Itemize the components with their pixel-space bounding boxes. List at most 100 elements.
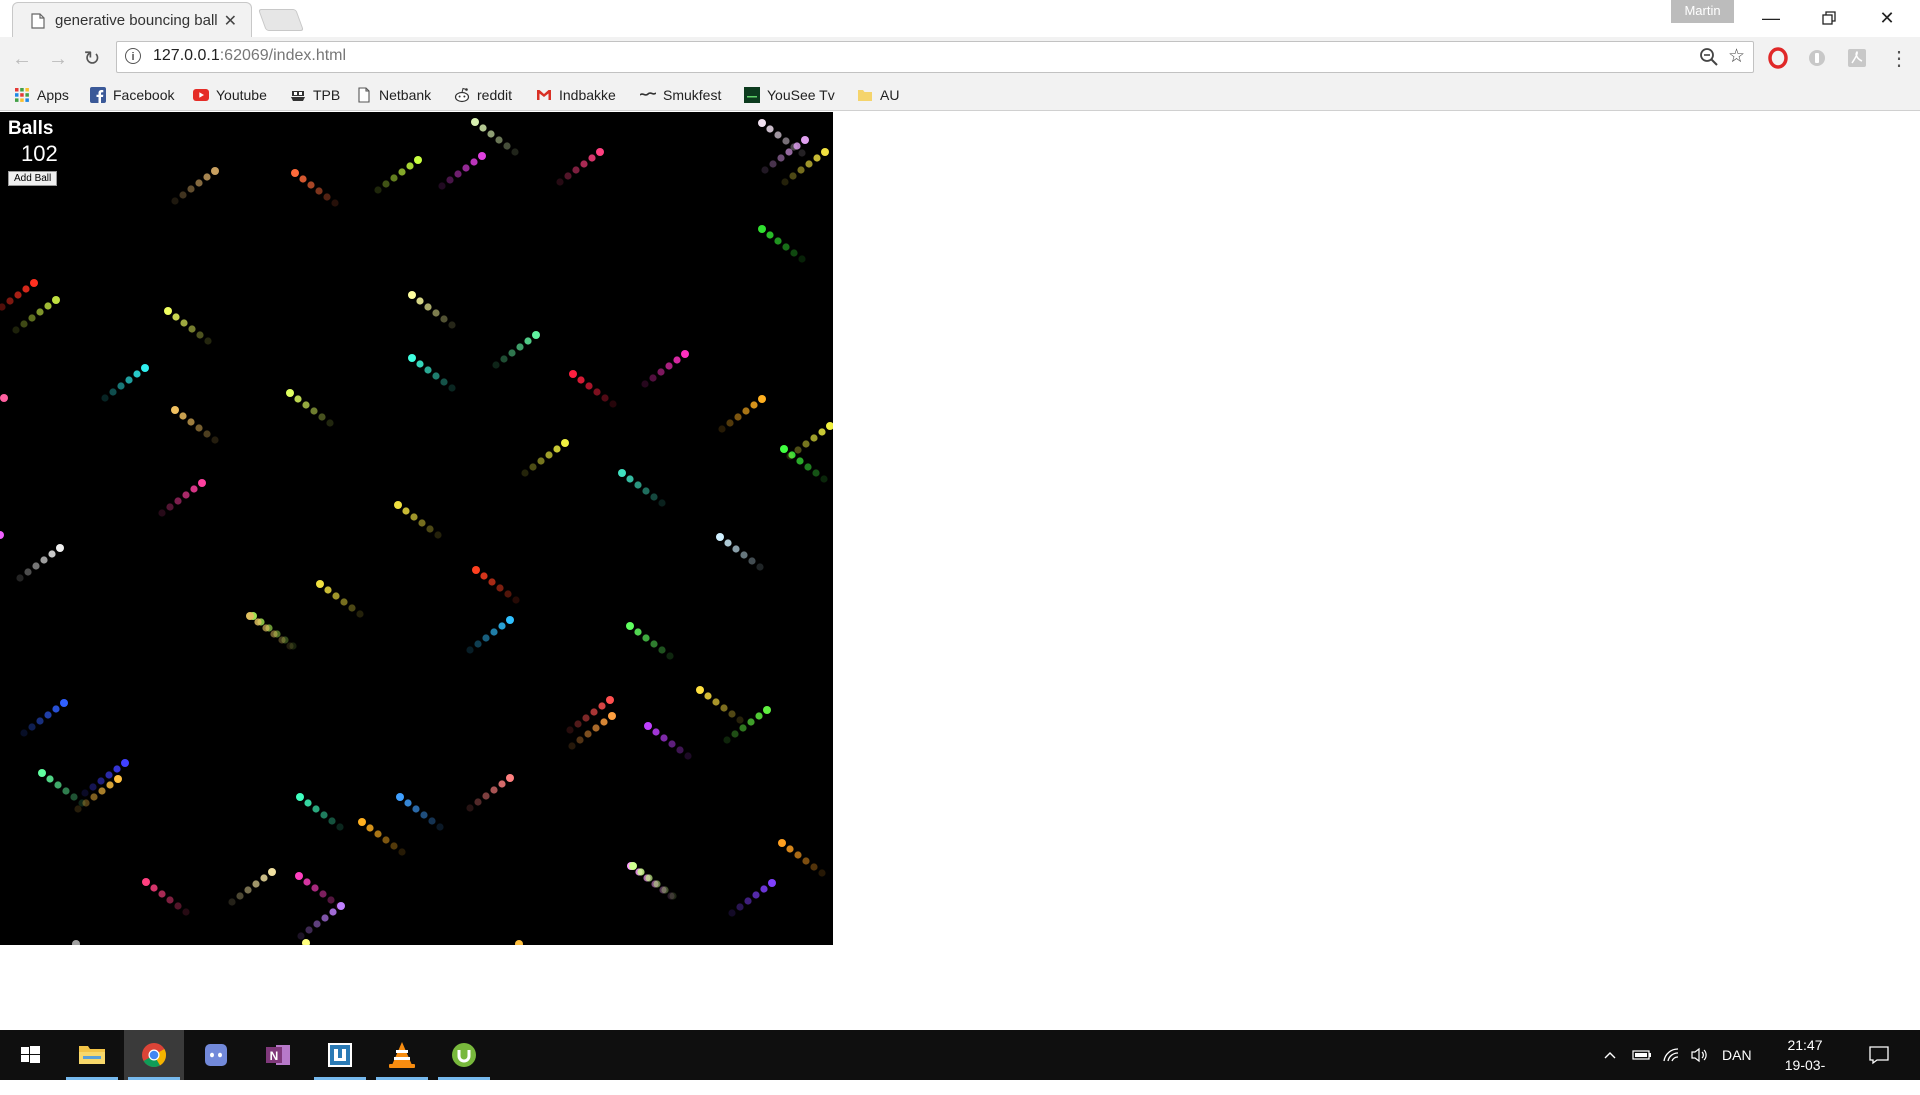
language-indicator[interactable]: DAN [1722,1030,1752,1080]
ball [794,446,802,454]
ball [89,783,97,791]
ball [797,166,805,174]
bookmark-netbank[interactable]: Netbank [356,84,431,106]
action-center-button[interactable] [1868,1030,1890,1080]
bookmark-tpb[interactable]: TPB [290,84,340,106]
volume-tray[interactable] [1690,1030,1710,1080]
bookmark-au[interactable]: AU [857,84,899,106]
taskbar-file-explorer[interactable] [62,1030,122,1080]
start-button[interactable] [0,1030,60,1080]
ball-canvas[interactable]: Balls 102 Add Ball [0,112,833,945]
close-tab-icon[interactable]: ✕ [224,11,237,31]
ball [348,604,356,612]
ball [758,119,766,127]
bookmark-yousee-tv[interactable]: YouSee Tv [744,84,835,106]
ball [440,378,448,386]
ball [428,817,436,825]
ball [54,781,62,789]
ball [658,499,666,507]
ball [414,156,422,164]
ball [408,354,416,362]
bookmark-reddit[interactable]: reddit [454,84,512,106]
pdf-extension-icon[interactable] [1846,47,1868,69]
balls-label: Balls [8,118,54,139]
battery-tray[interactable] [1632,1030,1652,1080]
ball [488,578,496,586]
show-hidden-icons[interactable] [1602,1030,1618,1080]
ball [74,805,82,813]
ball [97,777,105,785]
ball [331,199,339,207]
minimize-icon[interactable]: — [1748,4,1794,32]
clock[interactable]: 21:47 19-03-2017 [1770,1035,1840,1095]
discord-icon [205,1044,227,1066]
ball [295,872,303,880]
ball [480,572,488,580]
ball [756,563,764,571]
extension-icon[interactable] [1806,47,1828,69]
taskbar-vlc[interactable] [372,1030,432,1080]
ball [203,430,211,438]
wifi-icon [1663,1048,1679,1062]
ball [782,243,790,251]
ball [470,158,478,166]
ball [805,160,813,168]
balls-layer [0,118,833,945]
bookmark-indbakke[interactable]: Indbakke [536,84,616,106]
bookmark-youtube[interactable]: Youtube [193,84,267,106]
ball [70,793,78,801]
bookmark-star-icon[interactable]: ☆ [1728,45,1745,68]
bookmark-facebook[interactable]: Facebook [90,84,174,106]
taskbar-chrome[interactable] [124,1030,184,1080]
new-tab-button[interactable] [257,9,305,31]
taskbar-app[interactable] [310,1030,370,1080]
ball [802,440,810,448]
taskbar-onenote[interactable]: N [248,1030,308,1080]
add-ball-button[interactable]: Add Ball [8,171,58,186]
ball [598,702,606,710]
opera-extension-icon[interactable] [1767,47,1789,69]
menu-icon[interactable]: ⋮ [1885,45,1913,73]
ball [305,926,313,934]
ball [634,481,642,489]
ball [496,584,504,592]
address-bar[interactable]: i 127.0.0.1:62069/index.html ☆ [116,41,1754,73]
info-icon[interactable]: i [125,48,141,64]
network-tray[interactable] [1662,1030,1680,1080]
ball [564,172,572,180]
ball [296,793,304,801]
tab-generative-bouncing-ball[interactable]: generative bouncing ball ✕ [12,2,252,37]
ball [681,350,689,358]
ball [236,892,244,900]
ball [260,874,268,882]
ball [596,148,604,156]
zoom-icon[interactable] [1699,47,1719,67]
yousee-icon [744,87,760,103]
forward-icon[interactable]: → [44,45,72,73]
svg-text:N: N [270,1049,279,1063]
ball [798,255,806,263]
ball [479,124,487,132]
taskbar-discord[interactable] [186,1030,246,1080]
ball [506,774,514,782]
ball [268,868,276,876]
back-icon[interactable]: ← [8,45,36,73]
title-bar: generative bouncing ball ✕ Martin — ✕ [0,0,1920,37]
close-window-icon[interactable]: ✕ [1864,4,1910,32]
bookmark-apps[interactable]: Apps [14,84,69,106]
ball [704,692,712,700]
reload-icon[interactable]: ↻ [78,45,106,73]
onenote-icon: N [266,1045,290,1065]
ball [286,642,294,650]
restore-icon[interactable] [1806,4,1852,32]
ball [0,531,4,539]
bookmark-smukfest[interactable]: Smukfest [640,84,721,106]
ball [506,616,514,624]
balls-counter-panel: Balls 102 Add Ball [8,118,58,186]
profile-button[interactable]: Martin [1671,0,1734,23]
ball [109,388,117,396]
taskbar-utorrent[interactable] [434,1030,494,1080]
ball [673,356,681,364]
ball [821,148,829,156]
ball [818,869,826,877]
